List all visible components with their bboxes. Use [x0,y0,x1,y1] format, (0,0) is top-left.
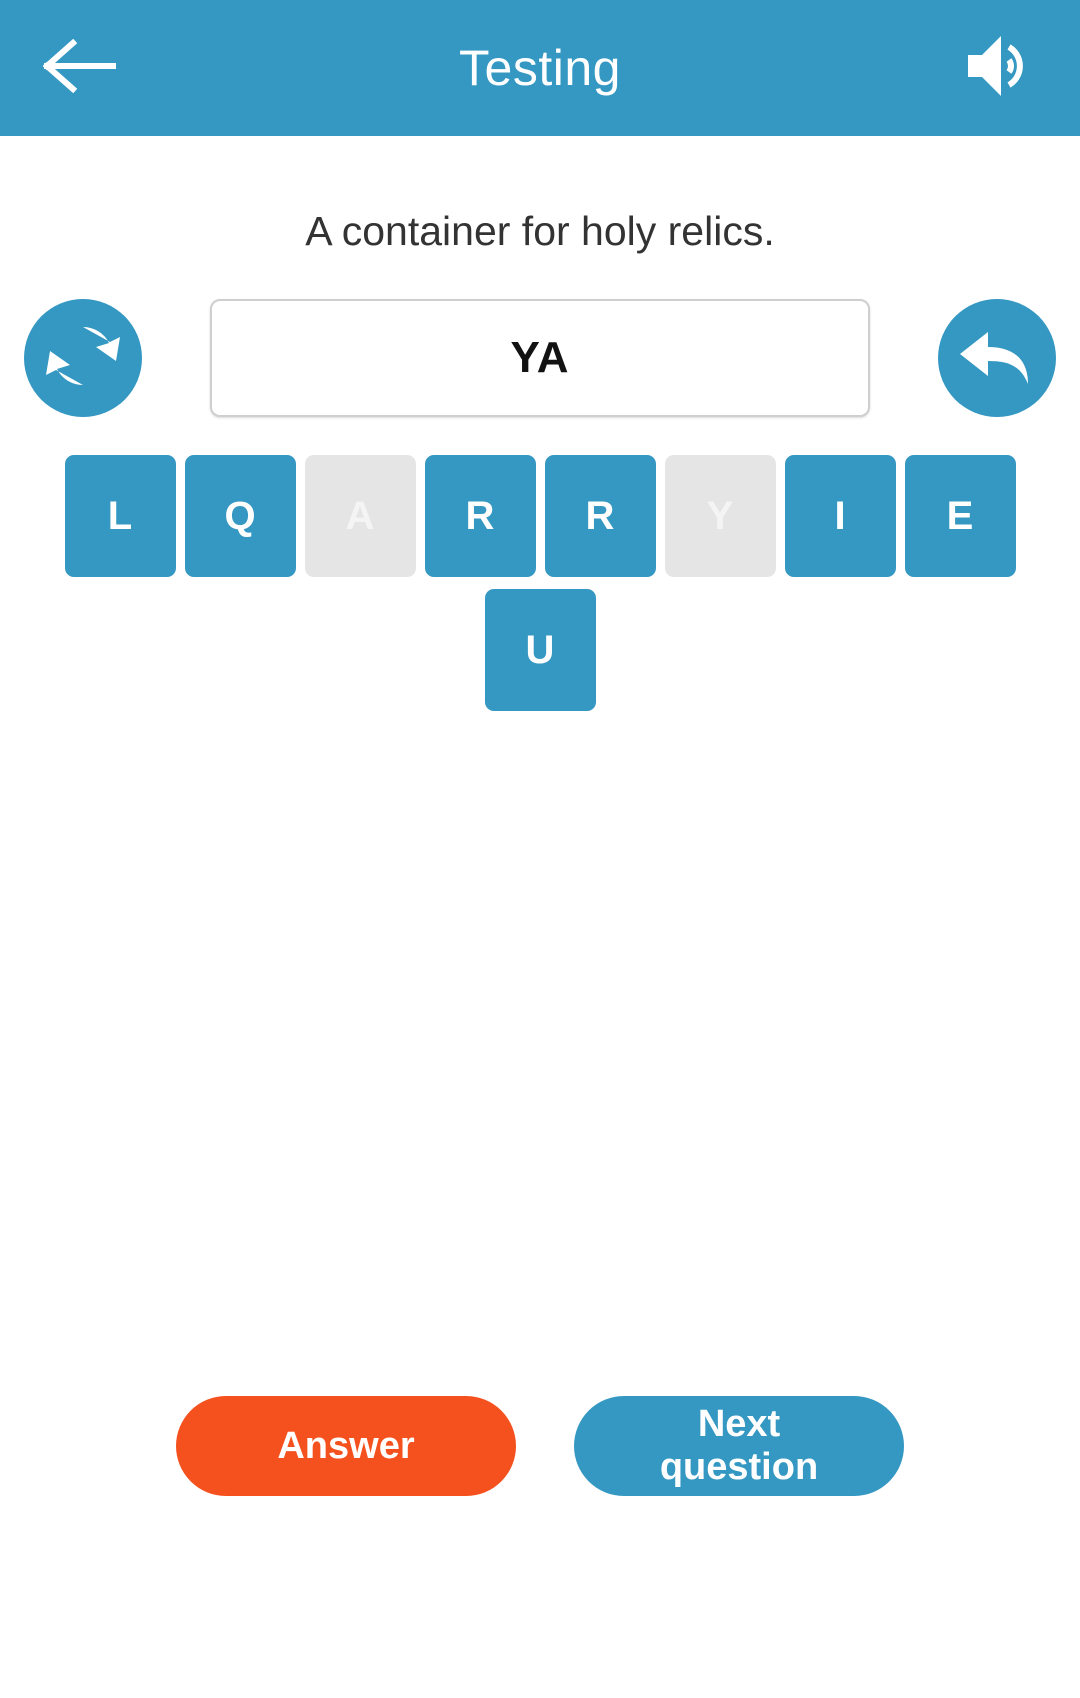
answer-row: YA [0,297,1080,419]
page-title: Testing [459,40,621,96]
speaker-volume-icon [964,33,1036,104]
letter-tile[interactable]: R [424,455,536,577]
letter-tile[interactable]: L [64,455,176,577]
letter-tiles: L Q A R R Y I E U [0,455,1080,723]
letter-tile[interactable]: Y [664,455,776,577]
letter-tile[interactable]: E [904,455,1016,577]
question-text: A container for holy relics. [305,208,775,254]
letter-tile[interactable]: R [544,455,656,577]
letter-tile[interactable]: U [484,589,596,711]
undo-arrow-icon [954,316,1040,401]
answer-value: YA [510,333,570,382]
arrow-left-icon [42,38,117,98]
letter-tile[interactable]: A [304,455,416,577]
answer-input[interactable]: YA [210,299,870,417]
sound-button[interactable] [958,26,1042,110]
shuffle-button[interactable] [24,299,142,417]
answer-button[interactable]: Answer [176,1396,516,1496]
letter-row-1: L Q A R R Y I E [0,455,1080,577]
action-bar: Answer Next question [0,1392,1080,1500]
next-question-button[interactable]: Next question [574,1396,904,1496]
app-header: Testing [0,0,1080,136]
refresh-shuffle-icon [40,313,126,404]
letter-tile[interactable]: I [784,455,896,577]
letter-tile[interactable]: Q [184,455,296,577]
undo-button[interactable] [938,299,1056,417]
letter-row-2: U [0,589,1080,711]
back-button[interactable] [38,26,122,110]
